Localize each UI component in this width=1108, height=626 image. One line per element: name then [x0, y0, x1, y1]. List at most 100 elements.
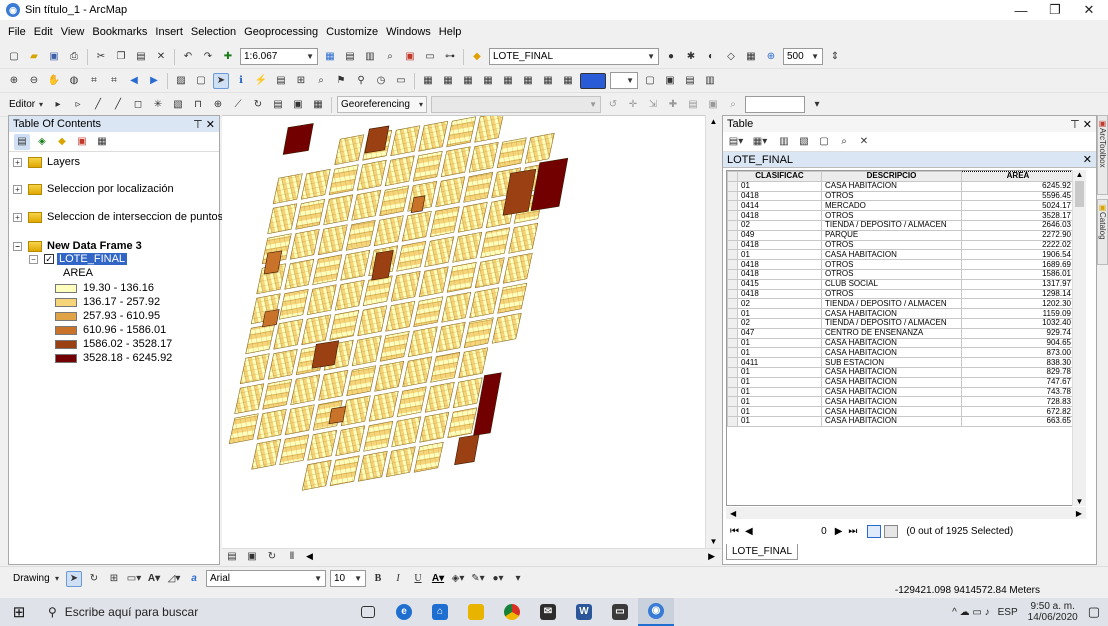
toc-item-seleccion-localizacion[interactable]: + Seleccion por localización: [13, 183, 174, 195]
parcel-block[interactable]: [306, 284, 337, 316]
cell-descripcio[interactable]: TIENDA / DEPOSITO / ALMACEN: [821, 317, 962, 329]
parcel-block[interactable]: [334, 134, 365, 166]
row-selector[interactable]: [727, 366, 738, 378]
undo-icon[interactable]: ↶: [180, 49, 196, 65]
cell-clasificac[interactable]: 0418: [737, 210, 822, 221]
toc-item-new-data-frame[interactable]: − New Data Frame 3: [13, 240, 142, 252]
row-selector[interactable]: [727, 386, 738, 398]
catalog-icon[interactable]: ▥: [362, 49, 378, 65]
parcel-block[interactable]: [368, 390, 399, 422]
pause-drawing-icon[interactable]: Ⅱ: [284, 549, 300, 565]
menu-help[interactable]: Help: [435, 26, 466, 38]
parcel-block[interactable]: [307, 429, 338, 461]
attributes-icon[interactable]: ▤: [270, 97, 286, 113]
print-icon[interactable]: ⎙: [66, 49, 82, 65]
row-selector[interactable]: [727, 210, 738, 221]
table-row[interactable]: 01 CASA HABITACION 829.78: [727, 366, 1072, 378]
identify-icon[interactable]: ℹ: [233, 73, 249, 89]
cell-clasificac[interactable]: 01: [737, 180, 822, 192]
parcel-block[interactable]: [447, 407, 478, 439]
arctoolbox-tab[interactable]: ▣ ArcToolbox: [1097, 115, 1108, 195]
swatch-combo[interactable]: ▼: [610, 72, 638, 89]
task-view-icon[interactable]: [350, 598, 386, 626]
parcel-block[interactable]: [391, 416, 422, 448]
parcel-block[interactable]: [340, 395, 371, 427]
tool-a-icon[interactable]: ▦: [420, 73, 436, 89]
cell-clasificac[interactable]: 01: [737, 415, 822, 427]
parcel-block[interactable]: [468, 141, 499, 173]
tool-h-icon[interactable]: ▦: [560, 73, 576, 89]
parcel-block[interactable]: [401, 210, 432, 242]
cell-clasificac[interactable]: 01: [737, 406, 822, 417]
select-elements-icon[interactable]: ➤: [213, 72, 229, 89]
table-row[interactable]: 0411 SUB ESTACION 838.30: [727, 357, 1072, 368]
cell-descripcio[interactable]: CASA HABITACION: [821, 376, 962, 388]
parcel-block[interactable]: [396, 240, 427, 272]
cell-descripcio[interactable]: CASA HABITACION: [821, 406, 962, 417]
cell-descripcio[interactable]: CASA HABITACION: [821, 366, 962, 378]
arcmap-taskbar-icon[interactable]: ◉: [638, 598, 674, 626]
modelbuilder-icon[interactable]: ⊶: [442, 49, 458, 65]
cell-area[interactable]: 663.65: [961, 415, 1072, 427]
parcel-block[interactable]: [413, 441, 444, 473]
delete-selected-icon[interactable]: ✕: [856, 134, 872, 150]
georeferencing-menu[interactable]: Georeferencing ▾: [337, 96, 427, 113]
table-row[interactable]: 0418 OTROS 5596.45: [727, 190, 1072, 202]
cell-descripcio[interactable]: TIENDA / DEPOSITO / ALMACEN: [821, 298, 962, 310]
arctoolbox-icon[interactable]: ▣: [402, 49, 418, 65]
tool-g-icon[interactable]: ▦: [540, 73, 556, 89]
hyperlink-icon[interactable]: ⚡: [253, 73, 269, 89]
parcel-block[interactable]: [317, 224, 348, 256]
parcel-block[interactable]: [329, 455, 360, 487]
parcel-block[interactable]: [524, 132, 555, 164]
list-by-drawing-order-icon[interactable]: ▤: [14, 133, 30, 150]
reshape-icon[interactable]: ⊓: [190, 97, 206, 113]
parcel-block[interactable]: [284, 404, 315, 436]
cut-polygons-icon[interactable]: ⊕: [210, 97, 226, 113]
parcel-block[interactable]: [463, 171, 494, 203]
go-to-xy-icon[interactable]: ⚲: [353, 73, 369, 89]
list-by-selection-icon[interactable]: ▣: [74, 134, 90, 150]
parcel-block[interactable]: [351, 335, 382, 367]
end-point-arc-icon[interactable]: ╱: [110, 97, 126, 113]
parcel-map[interactable]: [222, 116, 705, 548]
open-icon[interactable]: ▰: [26, 49, 42, 65]
parcel-block[interactable]: [390, 270, 421, 302]
cell-area[interactable]: 838.30: [961, 357, 1072, 368]
cell-descripcio[interactable]: OTROS: [821, 210, 962, 221]
table-row[interactable]: 01 CASA HABITACION 1906.54: [727, 249, 1072, 261]
cell-clasificac[interactable]: 01: [737, 386, 822, 398]
parcel-block[interactable]: [362, 275, 393, 307]
parcel-block[interactable]: [351, 189, 382, 221]
cell-clasificac[interactable]: 0418: [737, 288, 822, 300]
parcel-block[interactable]: [413, 296, 444, 328]
row-selector[interactable]: [727, 200, 738, 212]
toc-item-layers[interactable]: + Layers: [13, 156, 80, 168]
menu-file[interactable]: File: [4, 26, 30, 38]
cell-area[interactable]: 747.67: [961, 376, 1072, 388]
map-view[interactable]: [222, 115, 705, 548]
viewer-icon[interactable]: ▣: [705, 97, 721, 113]
python-icon[interactable]: ▭: [422, 49, 438, 65]
toc-pin-close-icon[interactable]: ⊤ ✕: [193, 118, 215, 131]
scroll-right-icon[interactable]: ▶: [708, 551, 715, 562]
minimize-button[interactable]: —: [1004, 0, 1038, 20]
cell-descripcio[interactable]: TIENDA / DEPOSITO / ALMACEN: [821, 219, 962, 231]
parcel-block[interactable]: [396, 386, 427, 418]
measure-icon[interactable]: ⊞: [293, 73, 309, 89]
table-options-icon[interactable]: ▤▾: [728, 134, 744, 150]
redo-icon[interactable]: ↷: [200, 49, 216, 65]
scroll-up-icon[interactable]: ▲: [706, 117, 721, 126]
parcel-block[interactable]: [491, 312, 522, 344]
cell-area[interactable]: 1906.54: [961, 249, 1072, 261]
edge-icon[interactable]: e: [386, 598, 422, 626]
add-control-points-icon[interactable]: ✚: [665, 97, 681, 113]
cell-clasificac[interactable]: 0418: [737, 239, 822, 251]
layout2-icon[interactable]: ▣: [662, 73, 678, 89]
cell-area[interactable]: 1317.97: [961, 278, 1072, 290]
parcel-block[interactable]: [452, 377, 483, 409]
point-icon[interactable]: ✳: [150, 97, 166, 113]
full-extent-icon[interactable]: ◍: [66, 73, 82, 89]
table-row[interactable]: 02 TIENDA / DEPOSITO / ALMACEN 1032.40: [727, 317, 1072, 329]
tool-c-icon[interactable]: ▦: [460, 73, 476, 89]
